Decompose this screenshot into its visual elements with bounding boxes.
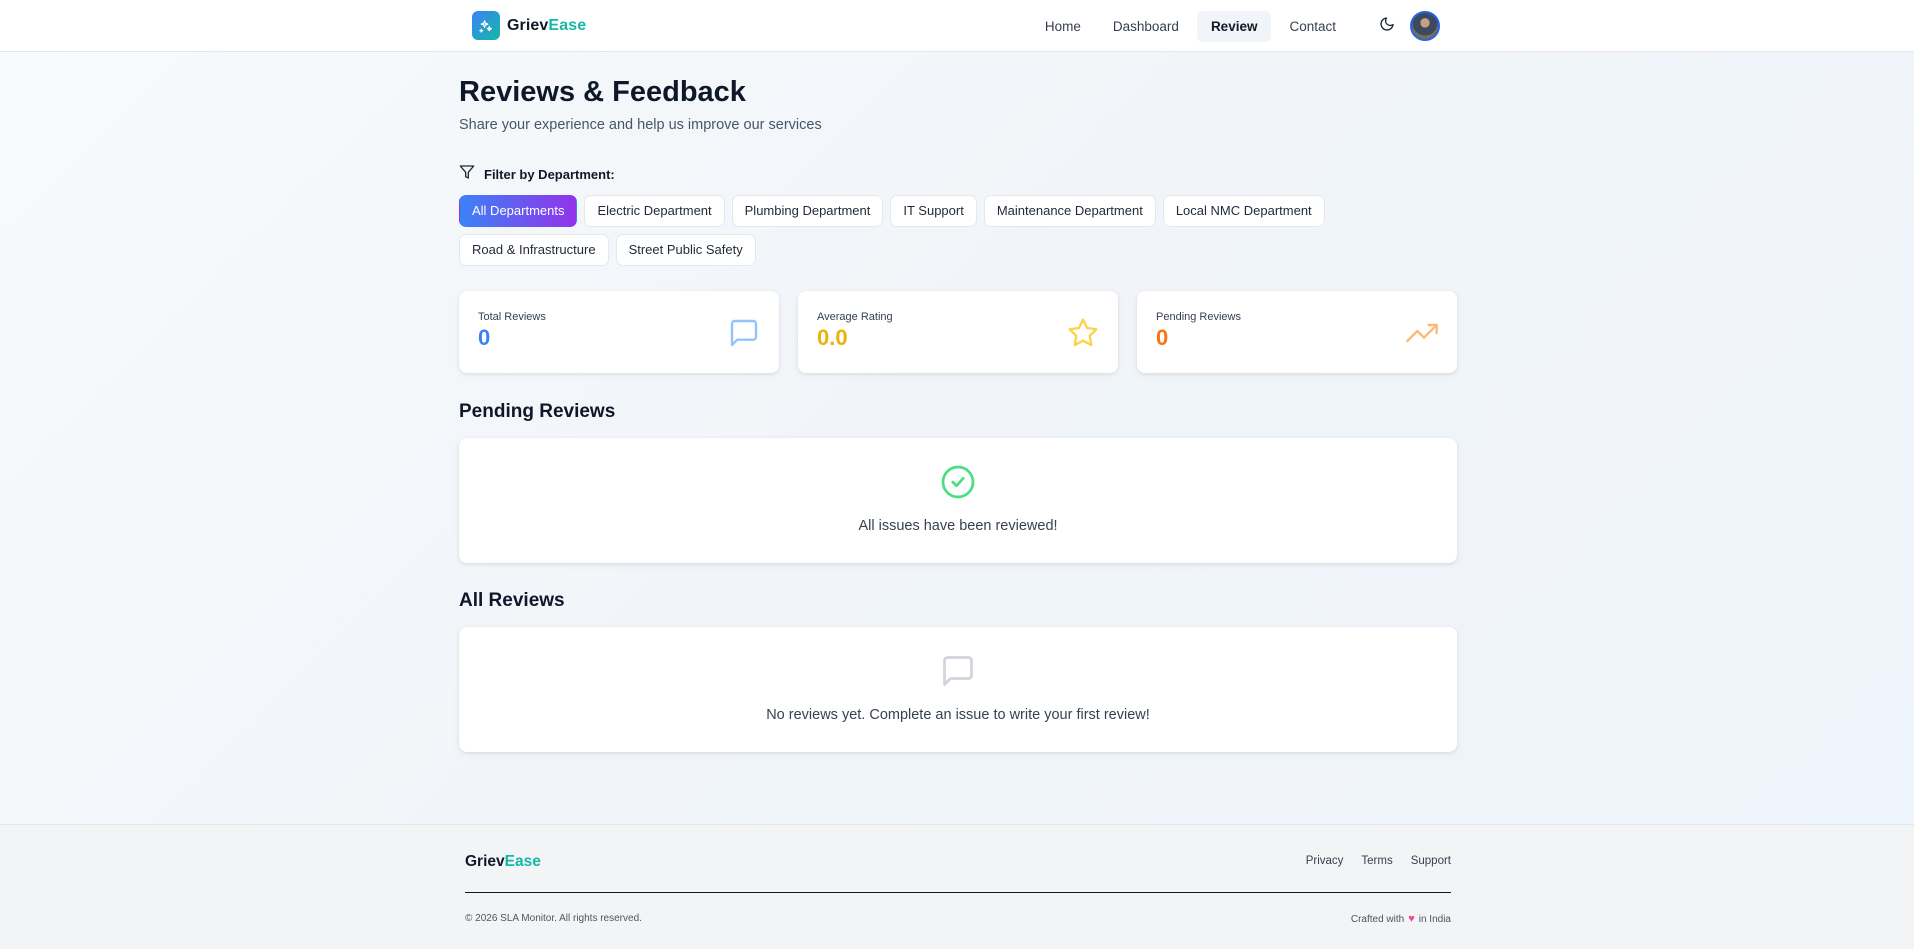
user-avatar[interactable] bbox=[1410, 11, 1440, 41]
chip-all-departments[interactable]: All Departments bbox=[459, 195, 578, 227]
stat-card-pending-reviews: Pending Reviews 0 bbox=[1137, 291, 1457, 373]
stats-row: Total Reviews 0 Average Rating 0.0 Pendi… bbox=[459, 291, 1457, 373]
stat-label: Pending Reviews bbox=[1156, 311, 1241, 323]
stat-label: Average Rating bbox=[817, 311, 893, 323]
brand-name-part1: Griev bbox=[507, 16, 549, 34]
stat-value: 0.0 bbox=[817, 325, 848, 350]
footer-brand[interactable]: GrievEase bbox=[465, 853, 541, 871]
nav-link-home[interactable]: Home bbox=[1031, 11, 1095, 42]
heart-icon: ♥ bbox=[1408, 913, 1415, 925]
nav-link-contact[interactable]: Contact bbox=[1275, 11, 1350, 42]
footer-copyright: © 2026 SLA Monitor. All rights reserved. bbox=[465, 913, 642, 924]
moon-icon[interactable] bbox=[1379, 16, 1399, 36]
stat-card-average-rating: Average Rating 0.0 bbox=[798, 291, 1118, 373]
sparkles-logo-icon bbox=[472, 11, 500, 40]
footer-link-privacy[interactable]: Privacy bbox=[1306, 855, 1344, 867]
all-reviews-title: All Reviews bbox=[459, 590, 565, 611]
footer-links: Privacy Terms Support bbox=[1306, 855, 1451, 867]
crafted-suffix: in India bbox=[1418, 913, 1451, 925]
filter-label: Filter by Department: bbox=[484, 167, 615, 182]
brand[interactable]: GrievEase bbox=[472, 11, 586, 40]
pending-reviews-empty-card: All issues have been reviewed! bbox=[459, 438, 1457, 563]
filter-header: Filter by Department: bbox=[459, 164, 615, 185]
pending-empty-message: All issues have been reviewed! bbox=[858, 518, 1058, 534]
navbar-container: GrievEase Home Dashboard Review Contact bbox=[472, 0, 1450, 52]
chip-maintenance-department[interactable]: Maintenance Department bbox=[983, 195, 1156, 227]
chip-plumbing-department[interactable]: Plumbing Department bbox=[731, 195, 884, 227]
chip-local-nmc-department[interactable]: Local NMC Department bbox=[1162, 195, 1325, 227]
all-reviews-empty-card: No reviews yet. Complete an issue to wri… bbox=[459, 627, 1457, 752]
department-filter-chips: All Departments Electric Department Plum… bbox=[459, 195, 1359, 266]
chip-it-support[interactable]: IT Support bbox=[890, 195, 977, 227]
top-navbar: GrievEase Home Dashboard Review Contact bbox=[0, 0, 1914, 52]
filter-icon bbox=[459, 164, 475, 185]
footer-brand-part1: Griev bbox=[465, 853, 505, 870]
nav-links: Home Dashboard Review Contact bbox=[1031, 11, 1350, 42]
all-reviews-empty-message: No reviews yet. Complete an issue to wri… bbox=[766, 707, 1150, 723]
check-circle-icon bbox=[940, 464, 976, 500]
page-subtitle: Share your experience and help us improv… bbox=[459, 117, 822, 133]
footer-link-support[interactable]: Support bbox=[1411, 855, 1451, 867]
star-icon bbox=[1067, 317, 1099, 349]
stat-label: Total Reviews bbox=[478, 311, 546, 323]
page-title: Reviews & Feedback bbox=[459, 76, 746, 108]
footer-crafted: Crafted with ♥ in India bbox=[1351, 913, 1451, 925]
footer-container: GrievEase Privacy Terms Support © 2026 S… bbox=[465, 825, 1451, 949]
nav-link-dashboard[interactable]: Dashboard bbox=[1099, 11, 1193, 42]
brand-name-part2: Ease bbox=[548, 16, 587, 34]
stat-card-total-reviews: Total Reviews 0 bbox=[459, 291, 779, 373]
message-square-icon bbox=[940, 653, 976, 689]
footer-link-terms[interactable]: Terms bbox=[1361, 855, 1392, 867]
brand-name: GrievEase bbox=[507, 17, 586, 35]
chip-electric-department[interactable]: Electric Department bbox=[584, 195, 725, 227]
footer-brand-part2: Ease bbox=[504, 853, 541, 870]
stat-value: 0 bbox=[1156, 325, 1169, 350]
crafted-prefix: Crafted with bbox=[1350, 913, 1405, 925]
nav-link-review[interactable]: Review bbox=[1196, 11, 1272, 42]
chip-road-infrastructure[interactable]: Road & Infrastructure bbox=[459, 234, 609, 266]
trending-up-icon bbox=[1406, 317, 1438, 349]
message-square-icon bbox=[728, 317, 760, 349]
stat-value: 0 bbox=[478, 325, 491, 350]
footer-divider bbox=[465, 892, 1451, 893]
footer: GrievEase Privacy Terms Support © 2026 S… bbox=[0, 824, 1914, 949]
chip-street-public-safety[interactable]: Street Public Safety bbox=[615, 234, 756, 266]
pending-reviews-title: Pending Reviews bbox=[459, 401, 616, 422]
